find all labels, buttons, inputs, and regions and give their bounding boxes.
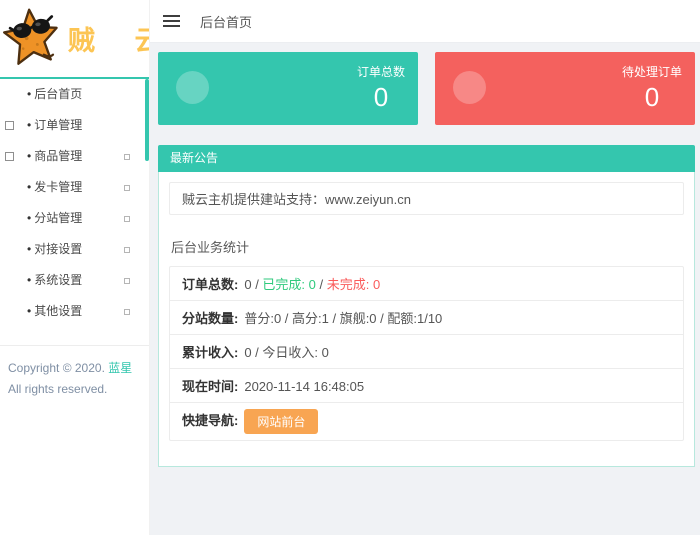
stats-row-label: 订单总数: bbox=[182, 277, 238, 292]
income-value: 0 / 今日收入: 0 bbox=[244, 345, 329, 360]
main-area: 后台首页 订单总数 0 待处理订单 0 最新公告 贼云主机提供建站支 bbox=[150, 0, 700, 535]
stat-card-total-orders: 订单总数 0 bbox=[158, 52, 418, 125]
circle-decoration-icon bbox=[176, 71, 209, 104]
frontend-site-button[interactable]: 网站前台 bbox=[244, 409, 318, 434]
star-sunglasses-logo-icon bbox=[2, 7, 60, 70]
missing-glyph-icon bbox=[5, 152, 14, 161]
sidebar-item-products[interactable]: •商品管理 bbox=[0, 141, 149, 172]
stats-section-title: 后台业务统计 bbox=[171, 237, 684, 256]
sidebar-item-substations[interactable]: •分站管理 bbox=[0, 203, 149, 234]
stats-row-income: 累计收入: 0 / 今日收入: 0 bbox=[170, 335, 683, 369]
stats-row-quick-nav: 快捷导航: 网站前台 bbox=[170, 403, 683, 440]
orders-total: 0 bbox=[244, 277, 251, 292]
stat-card-pending-orders: 待处理订单 0 bbox=[435, 52, 695, 125]
copyright-text: All rights reserved. bbox=[8, 382, 107, 396]
circle-decoration-icon bbox=[453, 71, 486, 104]
announcement-panel: 最新公告 贼云主机提供建站支持：www.zeiyun.cn 后台业务统计 订单总… bbox=[158, 145, 695, 467]
submenu-arrow-icon bbox=[124, 154, 130, 160]
bullet-icon: • bbox=[27, 304, 31, 318]
sidebar-item-orders[interactable]: •订单管理 bbox=[0, 110, 149, 141]
submenu-arrow-icon bbox=[124, 309, 130, 315]
sidebar-item-label: 其他设置 bbox=[34, 304, 82, 318]
stats-list: 订单总数: 0 / 已完成: 0 / 未完成: 0 分站数量: 普分:0 / 高分:… bbox=[169, 266, 684, 441]
submenu-arrow-icon bbox=[124, 185, 130, 191]
sidebar-menu: •后台首页 •订单管理 •商品管理 •发卡管理 •分站管理 •对接设置 •系统设… bbox=[0, 77, 149, 327]
stats-row-label: 累计收入: bbox=[182, 345, 238, 360]
sidebar-scrollbar-thumb[interactable] bbox=[145, 79, 149, 161]
substations-value: 普分:0 / 高分:1 / 旗舰:0 / 配额:1/10 bbox=[244, 311, 442, 326]
bullet-icon: • bbox=[27, 149, 31, 163]
sidebar-item-label: 商品管理 bbox=[34, 149, 82, 163]
stat-cards-row: 订单总数 0 待处理订单 0 bbox=[158, 52, 695, 125]
content: 订单总数 0 待处理订单 0 最新公告 贼云主机提供建站支持：www.zeiyu… bbox=[150, 43, 700, 467]
sidebar-item-label: 分站管理 bbox=[34, 211, 82, 225]
sidebar-item-cards[interactable]: •发卡管理 bbox=[0, 172, 149, 203]
sidebar-item-label: 对接设置 bbox=[34, 242, 82, 256]
logo: 贼 云 bbox=[0, 0, 149, 77]
brand-link[interactable]: 蓝星 bbox=[108, 361, 132, 375]
sidebar-item-docking[interactable]: •对接设置 bbox=[0, 234, 149, 265]
panel-body: 贼云主机提供建站支持：www.zeiyun.cn 后台业务统计 订单总数: 0 /… bbox=[158, 172, 695, 467]
missing-glyph-icon bbox=[5, 121, 14, 130]
stats-row-label: 现在时间: bbox=[182, 379, 238, 394]
orders-undone: 未完成: 0 bbox=[327, 277, 380, 292]
breadcrumb: 后台首页 bbox=[200, 12, 252, 31]
logo-text: 贼 云 bbox=[68, 19, 149, 58]
current-time-value: 2020-11-14 16:48:05 bbox=[244, 379, 364, 394]
panel-title: 最新公告 bbox=[158, 145, 695, 172]
stat-card-value: 0 bbox=[622, 82, 682, 113]
copyright-text: Copyright © 2020. bbox=[8, 361, 108, 375]
hamburger-menu-icon[interactable] bbox=[163, 15, 180, 27]
sidebar-item-other[interactable]: •其他设置 bbox=[0, 296, 149, 327]
submenu-arrow-icon bbox=[124, 216, 130, 222]
bullet-icon: • bbox=[27, 273, 31, 287]
stats-row-label: 分站数量: bbox=[182, 311, 238, 326]
bullet-icon: • bbox=[27, 242, 31, 256]
sidebar-item-label: 订单管理 bbox=[34, 118, 82, 132]
stat-card-label: 待处理订单 bbox=[622, 63, 682, 80]
stat-card-value: 0 bbox=[357, 82, 405, 113]
stats-row-substations: 分站数量: 普分:0 / 高分:1 / 旗舰:0 / 配额:1/10 bbox=[170, 301, 683, 335]
separator: / bbox=[316, 277, 327, 292]
stat-card-label: 订单总数 bbox=[357, 63, 405, 80]
sidebar-item-system[interactable]: •系统设置 bbox=[0, 265, 149, 296]
bullet-icon: • bbox=[27, 87, 31, 101]
stats-row-label: 快捷导航: bbox=[182, 413, 238, 428]
sidebar-item-label: 发卡管理 bbox=[34, 180, 82, 194]
orders-done: 已完成: 0 bbox=[262, 277, 315, 292]
separator: / bbox=[252, 277, 263, 292]
sidebar-item-dashboard[interactable]: •后台首页 bbox=[0, 79, 149, 110]
bullet-icon: • bbox=[27, 180, 31, 194]
bullet-icon: • bbox=[27, 118, 31, 132]
bullet-icon: • bbox=[27, 211, 31, 225]
submenu-arrow-icon bbox=[124, 247, 130, 253]
sidebar-item-label: 后台首页 bbox=[34, 87, 82, 101]
copyright: Copyright © 2020. 蓝星 All rights reserved… bbox=[0, 345, 149, 412]
sidebar: 贼 云 •后台首页 •订单管理 •商品管理 •发卡管理 •分站管理 •对接设置 … bbox=[0, 0, 150, 535]
submenu-arrow-icon bbox=[124, 278, 130, 284]
sidebar-item-label: 系统设置 bbox=[34, 273, 82, 287]
topbar: 后台首页 bbox=[150, 0, 700, 43]
stats-row-time: 现在时间: 2020-11-14 16:48:05 bbox=[170, 369, 683, 403]
notice-text: 贼云主机提供建站支持：www.zeiyun.cn bbox=[169, 182, 684, 215]
stats-row-orders: 订单总数: 0 / 已完成: 0 / 未完成: 0 bbox=[170, 267, 683, 301]
